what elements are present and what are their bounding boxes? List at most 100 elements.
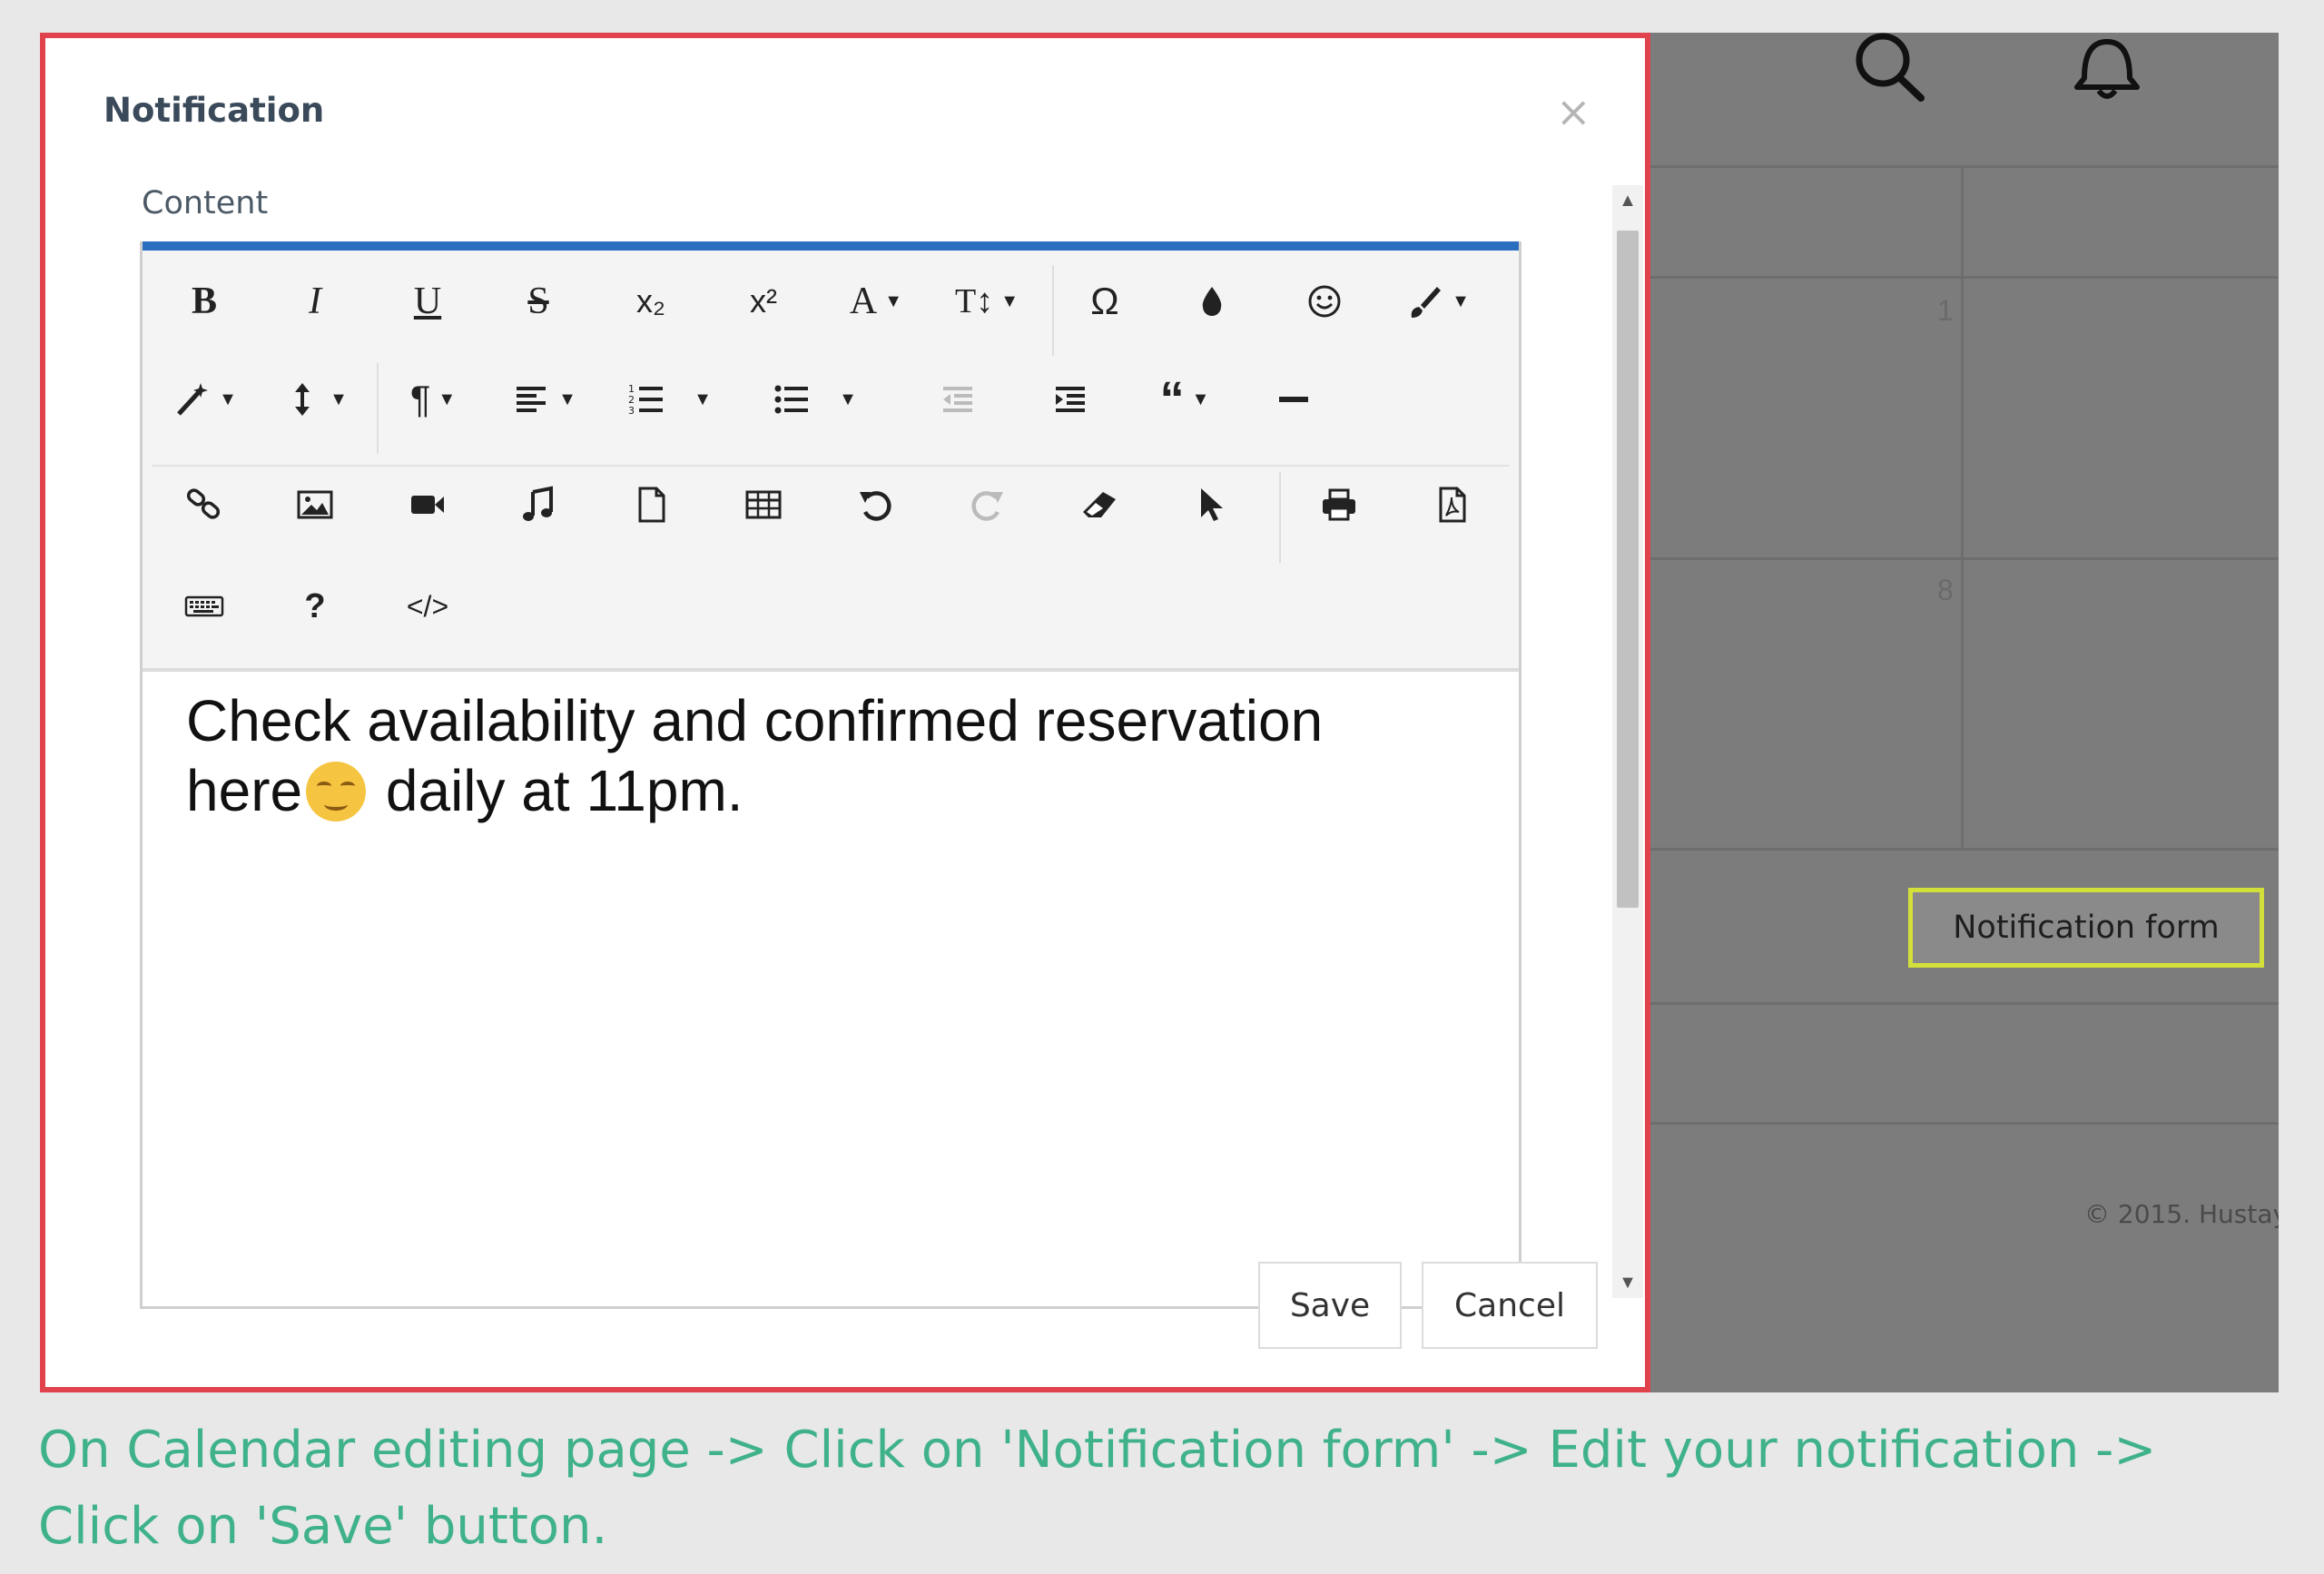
underline-icon: U <box>413 280 442 322</box>
keyboard-icon <box>184 595 224 617</box>
superscript-icon: x² <box>750 282 777 320</box>
cancel-button[interactable]: Cancel <box>1422 1262 1598 1349</box>
italic-icon: I <box>309 280 321 322</box>
underline-button[interactable]: U <box>382 265 473 338</box>
caret-down-icon: ▼ <box>219 389 237 409</box>
emoji-button[interactable] <box>1279 265 1370 338</box>
content-line-1: Check availability and confirmed reserva… <box>186 688 1324 753</box>
link-icon <box>186 488 221 519</box>
magic-format-button[interactable]: ▼ <box>159 363 250 436</box>
question-mark-icon: ? <box>304 586 326 625</box>
superscript-button[interactable]: x² <box>718 265 809 338</box>
magic-wand-icon <box>177 383 209 416</box>
shortcuts-button[interactable] <box>159 570 250 643</box>
redo-button[interactable] <box>941 468 1032 541</box>
video-button[interactable] <box>382 468 473 541</box>
caret-down-icon: ▼ <box>1452 290 1470 311</box>
italic-button[interactable]: I <box>270 265 360 338</box>
droplet-icon <box>1202 287 1222 316</box>
font-family-icon: A <box>849 280 878 322</box>
print-button[interactable] <box>1294 468 1384 541</box>
scroll-thumb[interactable] <box>1617 231 1639 908</box>
caret-down-icon: ▼ <box>1000 290 1019 311</box>
quote-button[interactable]: “▼ <box>1139 363 1230 436</box>
paragraph-style-button[interactable]: ¶ ▼ <box>388 363 478 436</box>
special-character-button[interactable]: Ω <box>1059 265 1150 338</box>
relieved-face-emoji-icon <box>306 762 367 821</box>
line-height-icon <box>295 383 310 416</box>
calendar-gridline <box>1961 165 1964 848</box>
file-icon <box>638 487 665 523</box>
code-view-button[interactable]: </> <box>382 570 473 643</box>
audio-button[interactable] <box>493 468 584 541</box>
svg-text:3: 3 <box>628 405 635 417</box>
font-size-icon: T↕ <box>954 282 994 320</box>
undo-button[interactable] <box>831 468 921 541</box>
save-button[interactable]: Save <box>1258 1262 1402 1349</box>
subscript-button[interactable]: x₂ <box>606 265 696 338</box>
scroll-down-arrow-icon[interactable]: ▼ <box>1612 1267 1643 1298</box>
music-note-icon <box>523 486 553 521</box>
rich-text-editor: B I U S x₂ x² A ▼ T↕ ▼ Ω ▼ ▼ ▼ ¶ ▼ ▼ 1 2… <box>140 241 1521 1309</box>
content-text-daily: daily at 11pm. <box>369 758 743 823</box>
horizontal-rule-button[interactable] <box>1248 363 1339 436</box>
unordered-list-button[interactable]: ▼ <box>769 363 860 436</box>
file-button[interactable] <box>606 468 696 541</box>
editor-toolbar: B I U S x₂ x² A ▼ T↕ ▼ Ω ▼ ▼ ▼ ¶ ▼ ▼ 1 2… <box>143 251 1519 672</box>
image-icon <box>297 490 333 519</box>
editor-content-area[interactable]: Check availability and confirmed reserva… <box>186 686 1484 826</box>
align-left-icon <box>517 387 547 412</box>
instruction-caption: On Calendar editing page -> Click on 'No… <box>38 1421 2157 1556</box>
color-button[interactable] <box>1167 265 1257 338</box>
pdf-file-icon <box>1439 487 1466 523</box>
help-button[interactable]: ? <box>270 570 360 643</box>
export-pdf-button[interactable] <box>1406 468 1497 541</box>
paint-format-button[interactable]: ▼ <box>1392 265 1482 338</box>
modal-scrollbar[interactable]: ▲ ▼ <box>1612 185 1643 1298</box>
ordered-list-button[interactable]: 123 ▼ <box>624 363 714 436</box>
toolbar-row-separator <box>152 465 1510 467</box>
outdent-button[interactable] <box>912 363 1003 436</box>
footer-copyright: © 2015. Hustay <box>2084 1199 2279 1229</box>
content-text-here: here <box>186 758 303 823</box>
brush-icon <box>1411 287 1442 318</box>
caret-down-icon: ▼ <box>839 389 857 409</box>
bold-button[interactable]: B <box>159 265 250 338</box>
caret-down-icon: ▼ <box>884 290 903 311</box>
toolbar-separator <box>1052 265 1054 356</box>
modal-title: Notification <box>103 91 325 130</box>
notification-form-button[interactable]: Notification form <box>1908 888 2264 968</box>
align-button[interactable]: ▼ <box>498 363 589 436</box>
select-button[interactable] <box>1165 468 1256 541</box>
font-size-button[interactable]: T↕ ▼ <box>941 265 1032 338</box>
link-button[interactable] <box>159 468 250 541</box>
caret-down-icon: ▼ <box>438 389 457 409</box>
subscript-icon: x₂ <box>636 282 665 320</box>
horizontal-rule-icon <box>1279 397 1308 402</box>
calendar-day-number: 1 <box>1937 294 1954 327</box>
redo-icon <box>971 491 1003 521</box>
toolbar-separator <box>377 363 379 454</box>
pilcrow-icon: ¶ <box>409 378 431 420</box>
line-height-button[interactable]: ▼ <box>270 363 360 436</box>
outdent-icon <box>943 387 972 412</box>
strikethrough-button[interactable]: S <box>493 265 584 338</box>
indent-button[interactable] <box>1025 363 1116 436</box>
ordered-list-icon: 123 <box>628 383 664 417</box>
search-icon[interactable] <box>1848 33 1930 114</box>
scroll-up-arrow-icon[interactable]: ▲ <box>1612 185 1643 216</box>
font-family-button[interactable]: A ▼ <box>831 265 921 338</box>
notification-modal: Notification × Content B I U S x₂ x² A ▼ … <box>40 33 1650 1392</box>
image-button[interactable] <box>270 468 360 541</box>
caret-down-icon: ▼ <box>1191 389 1210 409</box>
clear-format-button[interactable] <box>1054 468 1145 541</box>
indent-icon <box>1056 387 1085 412</box>
bell-icon[interactable] <box>2066 33 2148 114</box>
video-camera-icon <box>411 496 444 514</box>
quote-icon: “ <box>1159 372 1185 427</box>
content-field-label: Content <box>142 185 269 221</box>
close-icon[interactable]: × <box>1556 91 1591 133</box>
eraser-icon <box>1083 492 1116 517</box>
printer-icon <box>1323 488 1355 521</box>
table-button[interactable] <box>718 468 809 541</box>
